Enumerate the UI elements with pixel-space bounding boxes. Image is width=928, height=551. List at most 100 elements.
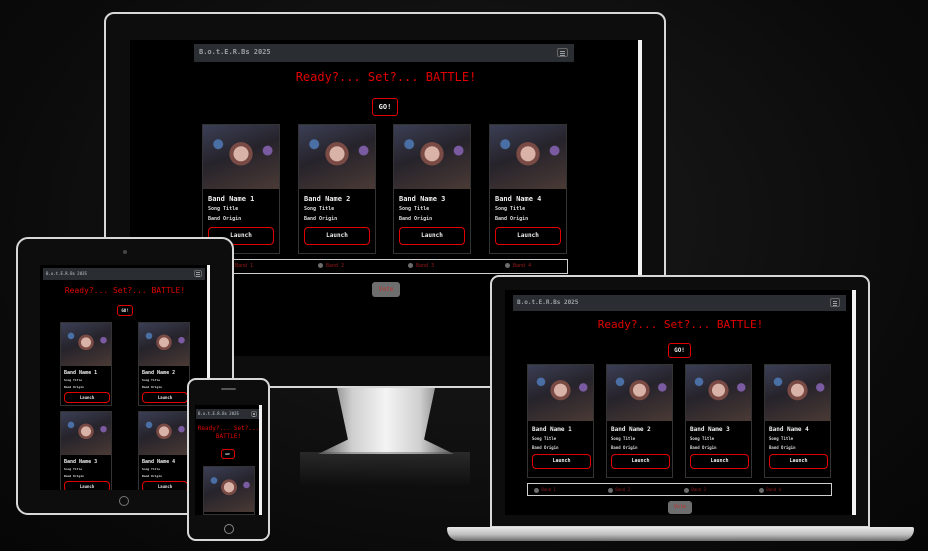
band-name: Band Name 4	[142, 459, 176, 465]
band-image	[490, 125, 566, 189]
song-title: Song Title	[142, 467, 161, 471]
band-card: Band Name 3 Song Title Band Origin Launc…	[685, 364, 752, 478]
song-title: Song Title	[532, 436, 557, 441]
band-card: Band Name 3 Song Title Band Origin Launc…	[393, 124, 471, 254]
brand-logo[interactable]: B.o.t.E.R.Bs 2025	[198, 411, 239, 416]
hamburger-icon[interactable]	[194, 270, 202, 277]
hamburger-icon[interactable]	[557, 48, 568, 57]
song-title: Song Title	[495, 206, 526, 212]
phone-home-button[interactable]	[224, 524, 234, 534]
band-name: Band Name 4	[769, 426, 809, 433]
band-image	[203, 125, 279, 189]
band-name: Band Name 2	[142, 370, 176, 376]
launch-button[interactable]: Launch	[690, 454, 749, 469]
band-image	[686, 365, 751, 421]
radio-icon	[684, 487, 689, 493]
band-name: Band Name 2	[611, 426, 651, 433]
phone-device: B.o.t.E.R.Bs 2025 Ready?... Set?... BATT…	[187, 378, 270, 541]
monitor-stand	[318, 388, 454, 454]
launch-button[interactable]: Launch	[399, 227, 465, 245]
song-title: Song Title	[690, 436, 715, 441]
page-title-line-2: BATTLE!	[215, 433, 242, 440]
band-card: Band Name 2 Song Title Band Origin Launc…	[606, 364, 673, 478]
phone-screen: B.o.t.E.R.Bs 2025 Ready?... Set?... BATT…	[195, 405, 262, 515]
page-title: Ready?... Set?... BATTLE!	[597, 318, 764, 331]
tablet-home-button[interactable]	[119, 496, 129, 506]
band-card: Band Name 2 Song Title Band Origin Launc…	[138, 322, 190, 406]
launch-button[interactable]: Launch	[142, 392, 188, 403]
radio-option[interactable]: Band 4	[505, 263, 531, 269]
go-button[interactable]: GO!	[372, 98, 398, 116]
song-title: Song Title	[208, 206, 239, 212]
launch-button[interactable]: Launch	[611, 454, 670, 469]
launch-button[interactable]: Launch	[142, 481, 188, 490]
band-card	[203, 466, 255, 515]
song-title: Song Title	[611, 436, 636, 441]
launch-button[interactable]: Launch	[769, 454, 828, 469]
band-image	[394, 125, 470, 189]
band-card: Band Name 4 Song Title Band Origin Launc…	[764, 364, 831, 478]
band-image	[299, 125, 375, 189]
band-card: Band Name 4 Song Title Band Origin Launc…	[489, 124, 567, 254]
band-origin: Band Origin	[611, 445, 638, 450]
laptop-screen: B.o.t.E.R.Bs 2025 Ready?... Set?... BATT…	[505, 290, 856, 515]
scrollbar[interactable]	[259, 405, 262, 515]
band-origin: Band Origin	[304, 216, 338, 222]
band-origin: Band Origin	[142, 474, 162, 478]
go-button[interactable]: GO!	[221, 449, 235, 459]
brand-logo[interactable]: B.o.t.E.R.Bs 2025	[46, 271, 87, 276]
launch-button[interactable]: Launch	[304, 227, 370, 245]
go-button[interactable]: GO!	[117, 305, 133, 316]
band-card: Band Name 1 Song Title Band Origin Launc…	[60, 322, 112, 406]
launch-button[interactable]: Launch	[532, 454, 591, 469]
tablet-camera	[123, 250, 127, 254]
radio-option[interactable]: Band 4	[759, 487, 781, 493]
band-name: Band Name 4	[495, 195, 542, 203]
band-name: Band Name 1	[64, 370, 98, 376]
radio-icon	[608, 487, 613, 493]
launch-button[interactable]: Launch	[64, 481, 110, 490]
vote-button[interactable]: Vote	[372, 282, 400, 297]
band-name: Band Name 3	[399, 195, 446, 203]
launch-button[interactable]: Launch	[495, 227, 561, 245]
laptop-base	[447, 527, 914, 541]
band-image	[139, 412, 189, 455]
radio-option[interactable]: Band 3	[684, 487, 706, 493]
radio-icon	[505, 263, 510, 268]
band-origin: Band Origin	[690, 445, 717, 450]
tablet-screen: B.o.t.E.R.Bs 2025 Ready?... Set?... BATT…	[40, 265, 210, 490]
brand-logo[interactable]: B.o.t.E.R.Bs 2025	[517, 299, 578, 306]
band-card: Band Name 2 Song Title Band Origin Launc…	[298, 124, 376, 254]
launch-button[interactable]: Launch	[64, 392, 110, 403]
song-title: Song Title	[142, 378, 161, 382]
band-image	[61, 412, 111, 455]
go-button[interactable]: GO!	[668, 343, 691, 358]
hamburger-icon[interactable]	[830, 298, 840, 307]
page-title: Ready?... Set?...	[197, 425, 260, 432]
hamburger-icon[interactable]	[251, 411, 257, 417]
song-title: Song Title	[64, 378, 83, 382]
song-title: Song Title	[304, 206, 335, 212]
vote-radio-group: Band 1 Band 2 Band 3 Band 4	[202, 259, 568, 274]
vote-button[interactable]: Vote	[668, 501, 692, 514]
vote-radio-group: Band 1 Band 2 Band 3 Band 4	[527, 483, 832, 496]
band-image	[528, 365, 593, 421]
monitor-base	[300, 452, 470, 486]
band-card: Band Name 3 Song Title Band Origin Launc…	[60, 411, 112, 490]
song-title: Song Title	[769, 436, 794, 441]
radio-option[interactable]: Band 3	[408, 263, 434, 269]
band-name: Band Name 1	[208, 195, 255, 203]
band-image	[204, 467, 254, 512]
radio-option[interactable]: Band 1	[534, 487, 556, 493]
page-title: Ready?... Set?... BATTLE!	[295, 70, 477, 84]
band-origin: Band Origin	[532, 445, 559, 450]
radio-option[interactable]: Band 2	[608, 487, 630, 493]
band-origin: Band Origin	[64, 474, 84, 478]
radio-option[interactable]: Band 2	[318, 263, 344, 269]
band-origin: Band Origin	[64, 385, 84, 389]
band-card: Band Name 4 Song Title Band Origin Launc…	[138, 411, 190, 490]
song-title: Song Title	[399, 206, 430, 212]
scrollbar[interactable]	[852, 290, 856, 515]
band-origin: Band Origin	[399, 216, 433, 222]
brand-logo[interactable]: B.o.t.E.R.Bs 2025	[199, 48, 271, 56]
